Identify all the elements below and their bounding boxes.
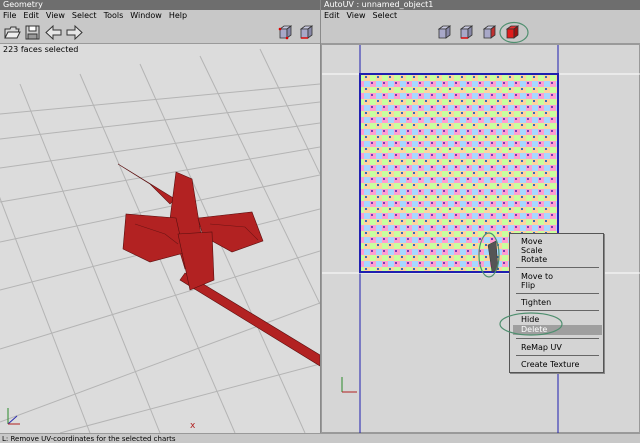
save-icon[interactable] (24, 24, 41, 41)
cube-edge-mode-icon[interactable] (458, 24, 475, 41)
ctx-scale[interactable]: Scale (521, 246, 543, 255)
menu-separator (516, 355, 599, 356)
uv-editor-pane[interactable]: Move Scale Rotate Move to Flip Tighten H… (321, 44, 640, 433)
cube-face-mode-icon[interactable] (481, 24, 498, 41)
ctx-flip[interactable]: Flip (521, 281, 535, 290)
cube-vertex-mode-icon[interactable] (436, 24, 453, 41)
ctx-tighten[interactable]: Tighten (521, 298, 551, 307)
geometry-menubar: File Edit View Select Tools Window Help (0, 10, 320, 21)
redo-arrow-icon[interactable] (66, 24, 83, 41)
autouv-window: AutoUV : unnamed_object1 Edit View Selec… (321, 0, 640, 433)
cube-edge-mode-icon[interactable] (298, 24, 315, 41)
perspective-grid: x (0, 48, 320, 433)
ctx-move[interactable]: Move (521, 237, 542, 246)
faces-selected-text: 223 faces selected (3, 45, 79, 54)
menu-tools[interactable]: Tools (104, 10, 131, 21)
menu-file[interactable]: File (3, 10, 23, 21)
status-bar: L: Remove UV-coordinates for the selecte… (0, 433, 640, 443)
menu-select[interactable]: Select (372, 10, 404, 21)
menu-separator (516, 293, 599, 294)
context-menu: Move Scale Rotate Move to Flip Tighten H… (509, 233, 604, 373)
x-axis-label: x (190, 421, 196, 431)
uv-axis-gizmo (341, 377, 357, 393)
axe-3d-model[interactable] (117, 163, 320, 367)
highlight-circle (499, 312, 563, 336)
ctx-rotate[interactable]: Rotate (521, 255, 547, 264)
menu-separator (516, 338, 599, 339)
axis-gizmo (7, 408, 20, 425)
autouv-toolbar (321, 21, 640, 44)
geometry-title: Geometry (0, 0, 320, 10)
highlight-circle (499, 21, 529, 44)
ctx-remap-uv[interactable]: ReMap UV (521, 343, 562, 352)
menu-window[interactable]: Window (130, 10, 169, 21)
menu-edit[interactable]: Edit (324, 10, 347, 21)
ctx-move-to[interactable]: Move to (521, 272, 553, 281)
menu-view[interactable]: View (46, 10, 72, 21)
ctx-create-texture[interactable]: Create Texture (521, 360, 579, 369)
menu-view[interactable]: View (347, 10, 373, 21)
3d-viewport[interactable]: x (0, 44, 320, 433)
autouv-menubar: Edit View Select (321, 10, 640, 21)
menu-select[interactable]: Select (72, 10, 104, 21)
menu-separator (516, 267, 599, 268)
geometry-window: Geometry File Edit View Select Tools Win… (0, 0, 320, 433)
open-folder-icon[interactable] (4, 24, 21, 41)
menu-edit[interactable]: Edit (23, 10, 46, 21)
geometry-toolbar (0, 21, 320, 44)
menu-help[interactable]: Help (169, 10, 194, 21)
autouv-title: AutoUV : unnamed_object1 (321, 0, 640, 10)
cube-vertex-mode-icon[interactable] (277, 24, 294, 41)
undo-arrow-icon[interactable] (45, 24, 62, 41)
